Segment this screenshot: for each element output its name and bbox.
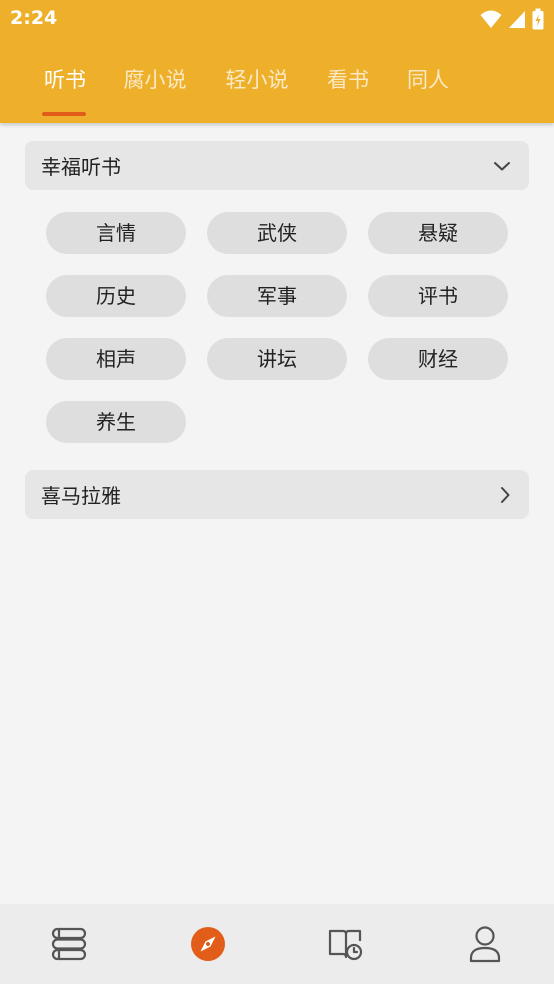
status-icons [480,8,544,30]
category-chip[interactable]: 言情 [46,212,186,254]
chevron-right-icon [499,486,511,504]
reading-history-icon [327,927,365,961]
chevron-down-icon [493,160,511,172]
category-chip[interactable]: 财经 [368,338,508,380]
tab-listen-books[interactable]: 听书 [42,62,88,102]
compass-discover-icon [190,926,226,962]
category-chip[interactable]: 讲坛 [207,338,347,380]
section-title: 喜马拉雅 [41,484,121,508]
nav-profile[interactable] [465,924,505,964]
category-chip[interactable]: 悬疑 [368,212,508,254]
nav-bookshelf[interactable] [49,924,89,964]
category-chip[interactable]: 评书 [368,275,508,317]
section-header-ximalaya[interactable]: 喜马拉雅 [25,470,529,519]
tab-read-books[interactable]: 看书 [326,62,370,102]
status-bar: 2:24 [0,0,554,38]
category-chip[interactable]: 武侠 [207,212,347,254]
bookshelf-icon [50,927,88,961]
category-chip[interactable]: 相声 [46,338,186,380]
nav-reading-history[interactable] [326,924,366,964]
tab-fan-fiction[interactable]: 同人 [406,62,450,102]
top-tabs: 听书 腐小说 轻小说 看书 同人 [0,62,554,102]
section-header-xingfu[interactable]: 幸福听书 [25,141,529,190]
tab-bl-novels[interactable]: 腐小说 [122,62,188,102]
status-time: 2:24 [10,7,58,29]
section-title: 幸福听书 [41,155,121,179]
wifi-icon [480,9,502,29]
category-chip[interactable]: 历史 [46,275,186,317]
active-tab-indicator [42,112,86,116]
app-root: 2:24 听书 腐小说 轻小说 看书 同人 幸福听书 言情 武侠 悬疑 历史 军… [0,0,554,984]
battery-icon [532,8,544,30]
category-chip[interactable]: 养生 [46,401,186,443]
signal-icon [508,9,526,29]
bottom-navigation [0,904,554,984]
profile-icon [468,925,502,963]
app-header: 2:24 听书 腐小说 轻小说 看书 同人 [0,0,554,123]
nav-discover[interactable] [188,924,228,964]
category-chip[interactable]: 军事 [207,275,347,317]
tab-light-novels[interactable]: 轻小说 [224,62,290,102]
